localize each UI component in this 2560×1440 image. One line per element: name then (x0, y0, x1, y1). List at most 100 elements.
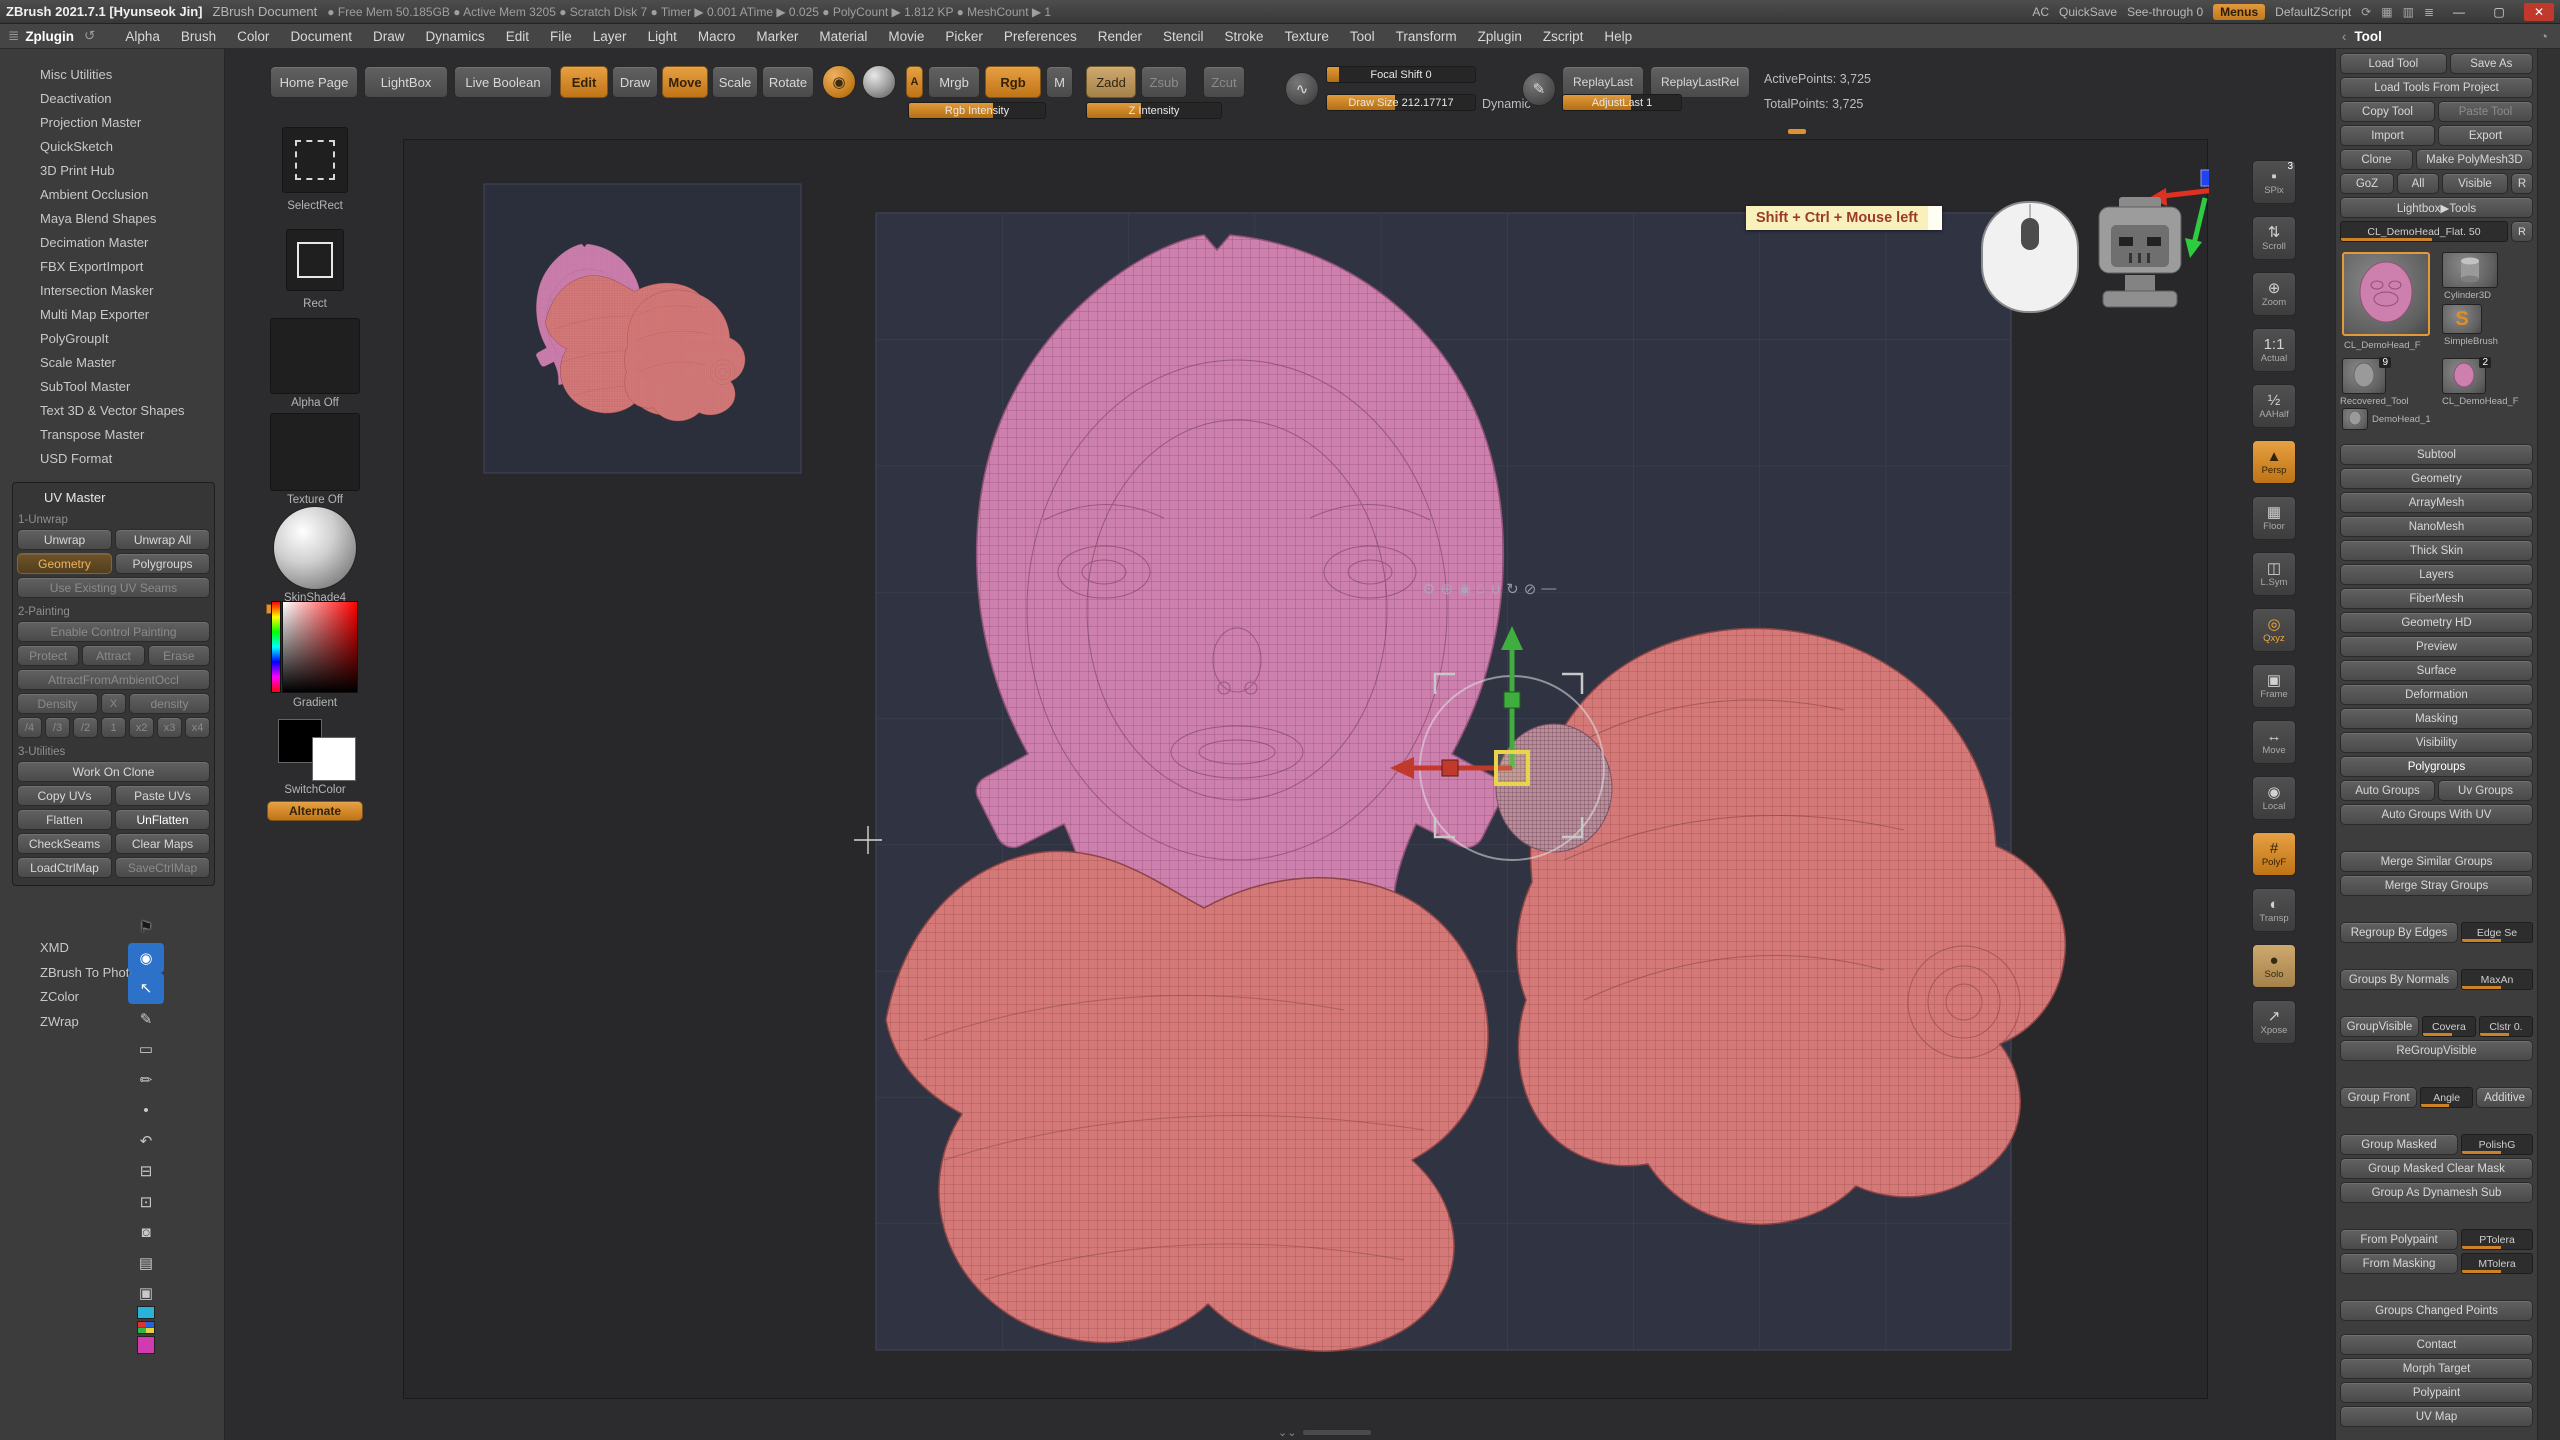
menu-item[interactable]: Zplugin (1478, 29, 1522, 44)
rgb-button[interactable]: Rgb (985, 66, 1041, 98)
tool-section-header[interactable]: Masking (2340, 708, 2533, 729)
paint-tolerance-slider[interactable]: PTolera (2461, 1229, 2533, 1250)
menus-button[interactable]: Menus (2213, 4, 2265, 20)
draw-size-slider[interactable]: Draw Size 212.17717 (1326, 94, 1476, 111)
zplugin-menu-item[interactable]: QuickSketch (0, 135, 224, 159)
tool-palette-title[interactable]: Tool (2354, 29, 2382, 44)
rgb-intensity-slider[interactable]: Rgb Intensity (908, 102, 1046, 119)
view-option-button[interactable]: ◐ Transp (2252, 888, 2296, 932)
gizmo-option-icon[interactable]: ⊘ (1524, 580, 1537, 598)
zplugin-menu-item[interactable]: XMD (0, 936, 224, 961)
tool-section-header[interactable]: Geometry HD (2340, 612, 2533, 633)
group-masked-clear-mask-button[interactable]: Group Masked Clear Mask (2340, 1158, 2533, 1179)
grid-icon[interactable]: ▦ (2381, 5, 2392, 19)
drag-grip-icon[interactable]: ≣ (8, 28, 19, 44)
save-as-button[interactable]: Save As (2450, 53, 2533, 74)
groupvisible-button[interactable]: GroupVisible (2340, 1016, 2419, 1037)
view-option-button[interactable]: 1:1 Actual (2252, 328, 2296, 372)
menu-item[interactable]: File (550, 29, 572, 44)
copy-uvs-button[interactable]: Copy UVs (17, 785, 112, 806)
zplugin-menu-item[interactable]: ZBrush To Photo (0, 961, 224, 986)
view-option-button[interactable]: ▲ Persp (2252, 440, 2296, 484)
group-front-button[interactable]: Group Front (2340, 1087, 2417, 1108)
copy-tool-button[interactable]: Copy Tool (2340, 101, 2435, 122)
tool-section-header[interactable]: Polypaint (2340, 1382, 2533, 1403)
geometry-toggle[interactable]: Geometry (17, 553, 112, 574)
collapse-icon[interactable]: ‹ (2342, 29, 2347, 44)
maximize-button[interactable]: ▢ (2484, 3, 2514, 21)
menu-item[interactable]: Alpha (125, 29, 160, 44)
make-polymesh3d-button[interactable]: Make PolyMesh3D (2416, 149, 2533, 170)
minimize-button[interactable]: — (2444, 3, 2474, 21)
quick-icon[interactable]: ⚑ (128, 912, 164, 943)
export-button[interactable]: Export (2438, 125, 2533, 146)
menu-item[interactable]: Brush (181, 29, 216, 44)
zplugin-menu-item[interactable]: FBX ExportImport (0, 255, 224, 279)
unflatten-button[interactable]: UnFlatten (115, 809, 210, 830)
uv-groups-button[interactable]: Uv Groups (2438, 780, 2533, 801)
view-option-button[interactable]: ● Solo (2252, 944, 2296, 988)
merge-similar-groups-button[interactable]: Merge Similar Groups (2340, 851, 2533, 872)
texture-thumbnail[interactable] (270, 413, 360, 491)
gizmo-toolbar[interactable]: ⚙⊕◉⌂∪↻⊘— (1422, 580, 1556, 598)
from-polypaint-button[interactable]: From Polypaint (2340, 1229, 2458, 1250)
quick-icon[interactable]: ▭ (128, 1034, 164, 1065)
uv-flattened-scalp-mesh[interactable] (886, 851, 1488, 1351)
density-mult-button[interactable]: x4 (185, 717, 210, 738)
menu-item[interactable]: Tool (1350, 29, 1375, 44)
material-thumbnail[interactable] (273, 506, 357, 590)
select-rect-icon[interactable] (282, 127, 348, 193)
recovered-tool-thumbnail[interactable]: 9 (2342, 358, 2386, 394)
menu-item[interactable]: Edit (506, 29, 529, 44)
menu-item[interactable]: Dynamics (425, 29, 484, 44)
see-through-slider[interactable]: See-through 0 (2127, 5, 2203, 19)
density-mult-button[interactable]: /2 (73, 717, 98, 738)
zcut-button[interactable]: Zcut (1203, 66, 1245, 98)
view-option-button[interactable]: ◎ Qxyz (2252, 608, 2296, 652)
density-mult-button[interactable]: /3 (45, 717, 70, 738)
tool-section-header[interactable]: Layers (2340, 564, 2533, 585)
menu-item[interactable]: Render (1098, 29, 1142, 44)
quick-icon[interactable]: ↶ (128, 1126, 164, 1157)
coverage-slider[interactable]: Covera (2422, 1016, 2476, 1037)
focal-shift-slider[interactable]: Focal Shift 0 (1326, 66, 1476, 83)
rotate-button[interactable]: Rotate (762, 66, 814, 98)
menu-item[interactable]: Movie (888, 29, 924, 44)
quick-icon[interactable]: ▤ (128, 1248, 164, 1279)
scale-button[interactable]: Scale (712, 66, 758, 98)
groups-by-normals-button[interactable]: Groups By Normals (2340, 969, 2458, 990)
tool-section-header[interactable]: Preview (2340, 636, 2533, 657)
menu-item[interactable]: Stencil (1163, 29, 1204, 44)
palette-menu-icon[interactable]: ◔ (2540, 29, 2548, 44)
live-boolean-button[interactable]: Live Boolean (454, 66, 552, 98)
close-button[interactable]: ✕ (2524, 3, 2554, 21)
refresh-icon[interactable]: ↺ (84, 28, 95, 44)
zplugin-menu-item[interactable]: 3D Print Hub (0, 159, 224, 183)
tool-section-header[interactable]: FiberMesh (2340, 588, 2533, 609)
tool-section-header[interactable]: Subtool (2340, 444, 2533, 465)
work-on-clone-button[interactable]: Work On Clone (17, 761, 210, 782)
menu-item[interactable]: Picker (945, 29, 983, 44)
edit-button[interactable]: Edit (560, 66, 608, 98)
reload-icon[interactable]: ⟳ (2361, 5, 2371, 19)
menu-item[interactable]: Stroke (1225, 29, 1264, 44)
anchor-chip[interactable]: A (906, 66, 923, 98)
density-mult-button[interactable]: x3 (157, 717, 182, 738)
secondary-color-swatch[interactable] (312, 737, 356, 781)
quicksave-button[interactable]: QuickSave (2059, 5, 2117, 19)
view-option-button[interactable]: ½ AAHalf (2252, 384, 2296, 428)
regroup-by-edges-button[interactable]: Regroup By Edges (2340, 922, 2458, 943)
alpha-thumbnail[interactable] (270, 318, 360, 394)
zadd-button[interactable]: Zadd (1086, 66, 1136, 98)
menu-item[interactable]: Help (1604, 29, 1632, 44)
zplugin-menu-item[interactable]: Multi Map Exporter (0, 303, 224, 327)
view-option-button[interactable]: ▪ SPix 3 (2252, 160, 2296, 204)
checkseams-button[interactable]: CheckSeams (17, 833, 112, 854)
view-option-button[interactable]: ⊕ Zoom (2252, 272, 2296, 316)
move-button[interactable]: Move (662, 66, 708, 98)
sculptris-brush-icon[interactable]: ◉ (822, 65, 856, 99)
zplugin-menu-item[interactable]: Intersection Masker (0, 279, 224, 303)
quick-icon[interactable]: ◙ (128, 1217, 164, 1248)
quick-icon[interactable]: ⊡ (128, 1187, 164, 1218)
tool-section-header[interactable]: Geometry (2340, 468, 2533, 489)
